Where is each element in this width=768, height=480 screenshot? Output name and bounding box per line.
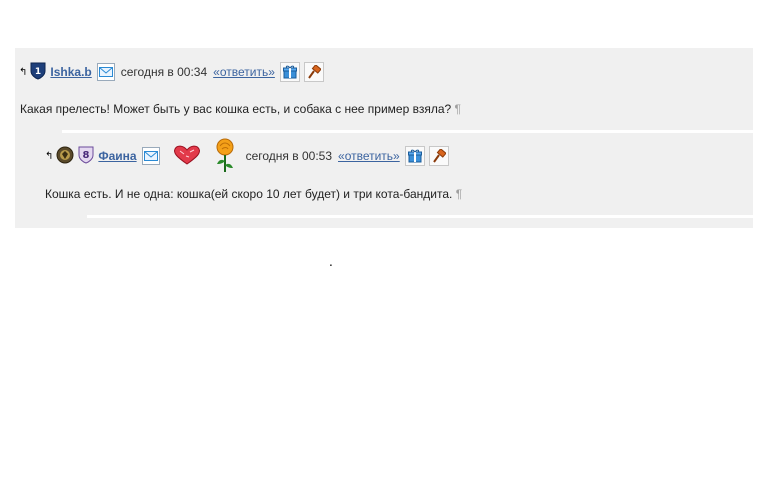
reply-link[interactable]: «ответить» <box>338 149 400 163</box>
comment-text: Какая прелесть! Может быть у вас кошка е… <box>20 102 461 116</box>
reply-arrow-icon[interactable]: ↰ <box>19 67 27 78</box>
username-link[interactable]: Ishka.b <box>50 65 91 79</box>
reply-link[interactable]: «ответить» <box>213 65 275 79</box>
gift-icon[interactable] <box>279 62 300 82</box>
reply-arrow-icon[interactable]: ↰ <box>45 151 53 162</box>
mail-icon[interactable] <box>141 147 160 165</box>
timestamp: сегодня в 00:53 <box>245 149 333 163</box>
heart-gift-icon[interactable] <box>172 144 202 169</box>
username-link[interactable]: Фаина <box>98 149 136 163</box>
hammer-icon[interactable] <box>303 62 324 82</box>
rank-number: 1 <box>35 67 41 77</box>
hammer-icon[interactable] <box>428 146 449 166</box>
timestamp: сегодня в 00:34 <box>120 65 208 79</box>
separator <box>62 130 753 133</box>
comment-body: Какая прелесть! Может быть у вас кошка е… <box>20 102 452 116</box>
permalink-pilcrow[interactable]: ¶ <box>456 187 462 201</box>
stray-dot: . <box>329 255 333 269</box>
rank-number: 8 <box>83 150 90 161</box>
permalink-pilcrow[interactable]: ¶ <box>455 102 461 116</box>
shield-icon: 8 <box>78 146 94 167</box>
gift-icon[interactable] <box>404 146 425 166</box>
shield-icon: 1 <box>30 62 46 83</box>
comment-text: Кошка есть. И не одна: кошка(ей скоро 10… <box>45 187 462 201</box>
mail-icon[interactable] <box>96 63 115 81</box>
comment-header: ↰ 8 Фаина сегодня в 00:53 «ответить» <box>45 138 453 172</box>
comment-header: ↰ 1 Ishka.b сегодня в 00:34 «ответить» <box>19 61 328 83</box>
comment-body: Кошка есть. И не одна: кошка(ей скоро 10… <box>45 187 453 201</box>
comment-thread: ↰ 1 Ishka.b сегодня в 00:34 «ответить» К… <box>15 48 753 228</box>
separator <box>87 215 753 218</box>
rose-gift-icon[interactable] <box>210 137 240 176</box>
emblem-icon <box>56 146 74 167</box>
